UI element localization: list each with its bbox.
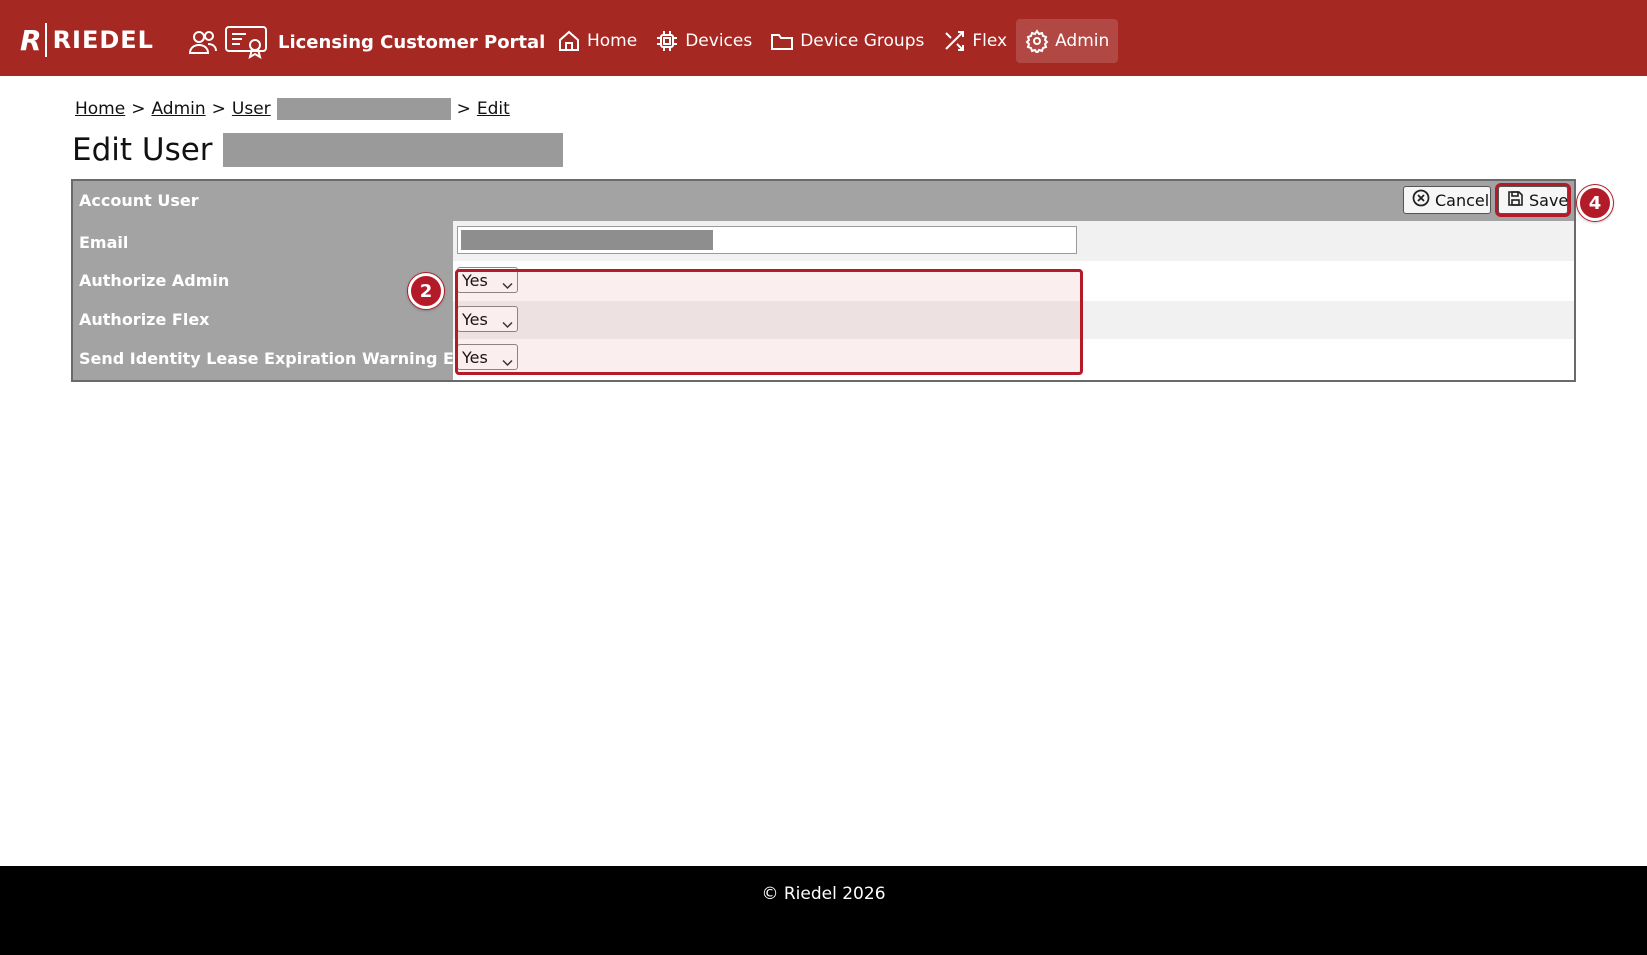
- breadcrumb-edit-link[interactable]: Edit: [477, 99, 510, 119]
- shuffle-icon: [942, 29, 966, 53]
- email-field-cell: [453, 221, 1574, 261]
- breadcrumb: Home > Admin > User > Edit: [75, 98, 510, 120]
- nav-home-label: Home: [587, 31, 638, 51]
- portal-brand[interactable]: Licensing Customer Portal: [188, 22, 545, 62]
- nav-admin-label: Admin: [1055, 31, 1110, 51]
- gear-icon: [1025, 29, 1049, 53]
- page-title: Edit User: [72, 132, 213, 168]
- logo-divider: [44, 23, 47, 57]
- form-header: Account User Cancel Save: [73, 181, 1574, 221]
- nav-devices[interactable]: Devices: [646, 19, 761, 63]
- riedel-logo[interactable]: R RIEDEL: [20, 20, 154, 60]
- save-disk-icon: [1507, 190, 1524, 211]
- redacted-username: [276, 98, 451, 120]
- certificate-icon: [224, 25, 268, 59]
- nav-flex-label: Flex: [972, 31, 1008, 51]
- breadcrumb-home-link[interactable]: Home: [75, 99, 125, 119]
- redacted-user-name: [222, 133, 563, 167]
- lease-warning-email-label: Send Identity Lease Expiration Warning E…: [79, 349, 493, 368]
- cancel-button-label: Cancel: [1435, 190, 1490, 210]
- authorize-flex-label: Authorize Flex: [79, 310, 210, 329]
- nav-home[interactable]: Home: [548, 19, 646, 63]
- breadcrumb-admin-link[interactable]: Admin: [151, 99, 205, 119]
- logo-text: RIEDEL: [52, 26, 154, 54]
- nav-devices-label: Devices: [685, 31, 753, 51]
- annotation-marker-4: 4: [1577, 185, 1613, 221]
- breadcrumb-user-link[interactable]: User: [232, 99, 271, 119]
- email-field[interactable]: [457, 226, 1077, 254]
- save-button[interactable]: Save: [1495, 183, 1571, 217]
- logo-letter: R: [20, 23, 42, 57]
- home-icon: [557, 29, 581, 53]
- folder-icon: [770, 29, 794, 53]
- authorize-admin-label: Authorize Admin: [79, 271, 230, 290]
- copyright-text: © Riedel 2026: [761, 884, 886, 904]
- nav-device-groups[interactable]: Device Groups: [761, 19, 933, 63]
- main-nav: Home Devices Device Groups Flex Admin: [548, 19, 1119, 63]
- redacted-email: [461, 230, 713, 250]
- email-label: Email: [79, 233, 129, 252]
- chip-icon: [655, 29, 679, 53]
- breadcrumb-separator: >: [456, 99, 471, 119]
- save-button-label: Save: [1529, 190, 1569, 210]
- cancel-button[interactable]: Cancel: [1403, 186, 1491, 214]
- nav-admin[interactable]: Admin: [1016, 19, 1119, 63]
- breadcrumb-separator: >: [211, 99, 226, 119]
- cancel-circle-icon: [1412, 189, 1430, 211]
- nav-flex[interactable]: Flex: [933, 19, 1016, 63]
- form-header-label: Account User: [79, 191, 199, 210]
- footer: © Riedel 2026: [0, 866, 1647, 955]
- users-icon: [188, 28, 218, 56]
- nav-device-groups-label: Device Groups: [800, 31, 925, 51]
- form-row-email: Email: [73, 221, 1574, 261]
- breadcrumb-separator: >: [131, 99, 146, 119]
- page-title-row: Edit User: [72, 132, 563, 168]
- annotation-highlight-selects: [455, 269, 1083, 375]
- portal-title: Licensing Customer Portal: [278, 31, 546, 53]
- top-navigation-bar: R RIEDEL Licensing Customer Portal Home …: [0, 0, 1647, 76]
- annotation-marker-2: 2: [408, 273, 444, 309]
